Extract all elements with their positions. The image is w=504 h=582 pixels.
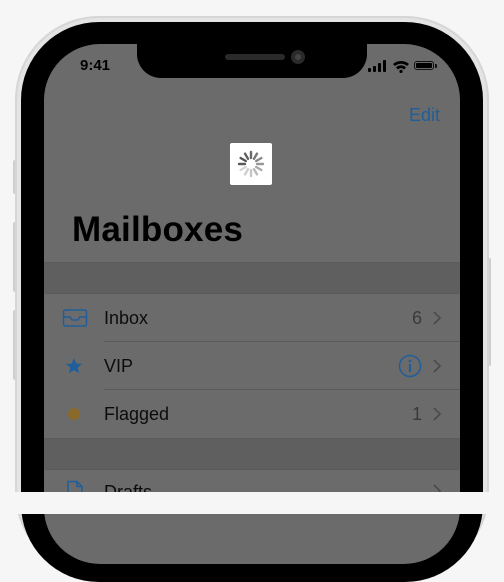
battery-icon	[414, 61, 437, 70]
mailbox-label: VIP	[104, 356, 134, 376]
inbox-tray-icon	[62, 309, 88, 327]
unread-count: 1	[411, 404, 422, 424]
mailbox-row-flagged[interactable]: Flagged 1	[44, 390, 460, 438]
flag-dot-icon	[68, 408, 80, 420]
cellular-signal-icon	[368, 60, 388, 72]
notch	[137, 44, 367, 78]
edit-button[interactable]: Edit	[409, 105, 440, 126]
mailbox-row-vip[interactable]: VIP	[44, 342, 460, 390]
section-spacer	[44, 439, 460, 469]
mailbox-label: Flagged	[104, 404, 170, 424]
star-icon	[65, 358, 83, 374]
status-icons	[368, 58, 440, 74]
mailbox-row-inbox[interactable]: Inbox 6	[44, 294, 460, 342]
screenshot-crop-edge	[0, 492, 504, 514]
status-time: 9:41	[80, 57, 111, 74]
earpiece-speaker	[225, 54, 285, 60]
chevron-right-icon	[433, 311, 442, 325]
chevron-right-icon	[433, 359, 442, 373]
info-icon[interactable]	[398, 354, 422, 378]
mailbox-label: Inbox	[104, 308, 149, 328]
wifi-icon	[393, 60, 409, 73]
section-spacer	[44, 263, 460, 293]
chevron-right-icon	[433, 407, 442, 421]
front-camera	[291, 50, 305, 64]
loading-spinner-icon	[230, 143, 272, 185]
page-title: Mailboxes	[72, 210, 244, 249]
unread-count: 6	[411, 308, 422, 328]
